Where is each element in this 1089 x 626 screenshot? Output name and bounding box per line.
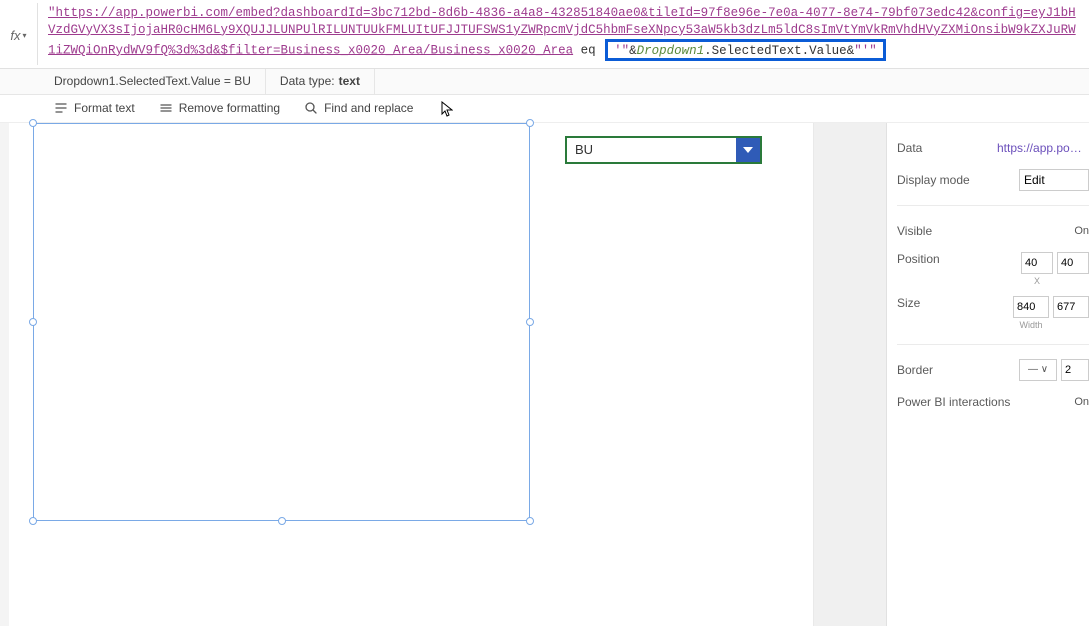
- resize-handle-tl[interactable]: [29, 119, 37, 127]
- prop-display-mode: Display mode: [897, 169, 1089, 191]
- size-width-input[interactable]: [1013, 296, 1049, 318]
- format-text-button[interactable]: Format text: [54, 101, 135, 115]
- formula-toolbar: Format text Remove formatting Find and r…: [0, 95, 1089, 123]
- prop-data-value[interactable]: https://app.powerbi: [997, 141, 1089, 155]
- find-replace-button[interactable]: Find and replace: [304, 101, 413, 115]
- fx-label-text: fx: [10, 28, 20, 43]
- chevron-down-icon: [743, 147, 753, 153]
- prop-powerbi-interactions: Power BI interactions On: [897, 391, 1089, 413]
- resize-handle-tr[interactable]: [526, 119, 534, 127]
- workspace: BU Data https://app.powerbi Display mode…: [0, 123, 1089, 626]
- dropdown-control[interactable]: BU: [565, 136, 762, 164]
- prop-size: Size Width: [897, 296, 1089, 330]
- prop-border-label: Border: [897, 363, 997, 377]
- prop-border: Border — ∨: [897, 359, 1089, 381]
- data-type-label: Data type:: [280, 74, 335, 88]
- formula-eq: eq: [573, 43, 603, 57]
- expression-result: Dropdown1.SelectedText.Value = BU: [0, 69, 266, 94]
- border-width-input[interactable]: [1061, 359, 1089, 381]
- expression-result-text: Dropdown1.SelectedText.Value = BU: [54, 74, 251, 88]
- resize-handle-br[interactable]: [526, 517, 534, 525]
- remove-formatting-button[interactable]: Remove formatting: [159, 101, 280, 115]
- data-type-value: text: [339, 74, 360, 88]
- formula-bar: fx ▾ "https://app.powerbi.com/embed?dash…: [0, 0, 1089, 69]
- visible-toggle[interactable]: On: [1074, 225, 1089, 237]
- find-replace-label: Find and replace: [324, 101, 413, 115]
- resize-handle-ml[interactable]: [29, 318, 37, 326]
- resize-handle-mr[interactable]: [526, 318, 534, 326]
- canvas[interactable]: BU: [9, 123, 814, 626]
- prop-pbi-label: Power BI interactions: [897, 395, 1027, 409]
- prop-visible-label: Visible: [897, 224, 997, 238]
- cursor-icon: [441, 101, 453, 117]
- selected-powerbi-tile[interactable]: [33, 123, 530, 521]
- resize-handle-mb[interactable]: [278, 517, 286, 525]
- dropdown-selected-text: BU: [567, 138, 736, 162]
- prop-position: Position X: [897, 252, 1089, 286]
- format-text-icon: [54, 101, 68, 115]
- prop-data-label: Data: [897, 141, 997, 155]
- position-x-input[interactable]: [1021, 252, 1053, 274]
- formula-url: "https://app.powerbi.com/embed?dashboard…: [48, 6, 1076, 57]
- prop-position-label: Position: [897, 252, 997, 266]
- pbi-interactions-toggle[interactable]: On: [1074, 396, 1089, 408]
- canvas-gray-zone: [814, 123, 886, 626]
- fx-button[interactable]: fx ▾: [0, 3, 38, 65]
- size-height-input[interactable]: [1053, 296, 1089, 318]
- formula-highlight: '"&Dropdown1.SelectedText.Value&"'": [605, 39, 886, 61]
- format-text-label: Format text: [74, 101, 135, 115]
- prop-visible: Visible On: [897, 220, 1089, 242]
- dropdown-chevron-button[interactable]: [736, 138, 760, 162]
- position-x-sublabel: X: [1034, 276, 1040, 286]
- data-type-cell: Data type: text: [266, 69, 375, 94]
- prop-display-label: Display mode: [897, 173, 997, 187]
- chevron-down-icon: ▾: [23, 31, 27, 40]
- formula-input[interactable]: "https://app.powerbi.com/embed?dashboard…: [38, 3, 1089, 65]
- left-gutter: [0, 123, 9, 626]
- resize-handle-bl[interactable]: [29, 517, 37, 525]
- prop-size-label: Size: [897, 296, 997, 310]
- prop-divider: [897, 205, 1089, 206]
- properties-panel: Data https://app.powerbi Display mode Vi…: [886, 123, 1089, 626]
- prop-data: Data https://app.powerbi: [897, 137, 1089, 159]
- remove-formatting-icon: [159, 101, 173, 115]
- remove-formatting-label: Remove formatting: [179, 101, 280, 115]
- border-style-select[interactable]: — ∨: [1019, 359, 1057, 381]
- prop-divider-2: [897, 344, 1089, 345]
- position-y-input[interactable]: [1057, 252, 1089, 274]
- search-icon: [304, 101, 318, 115]
- size-width-sublabel: Width: [1019, 320, 1042, 330]
- formula-info-row: Dropdown1.SelectedText.Value = BU Data t…: [0, 69, 1089, 95]
- display-mode-select[interactable]: [1019, 169, 1089, 191]
